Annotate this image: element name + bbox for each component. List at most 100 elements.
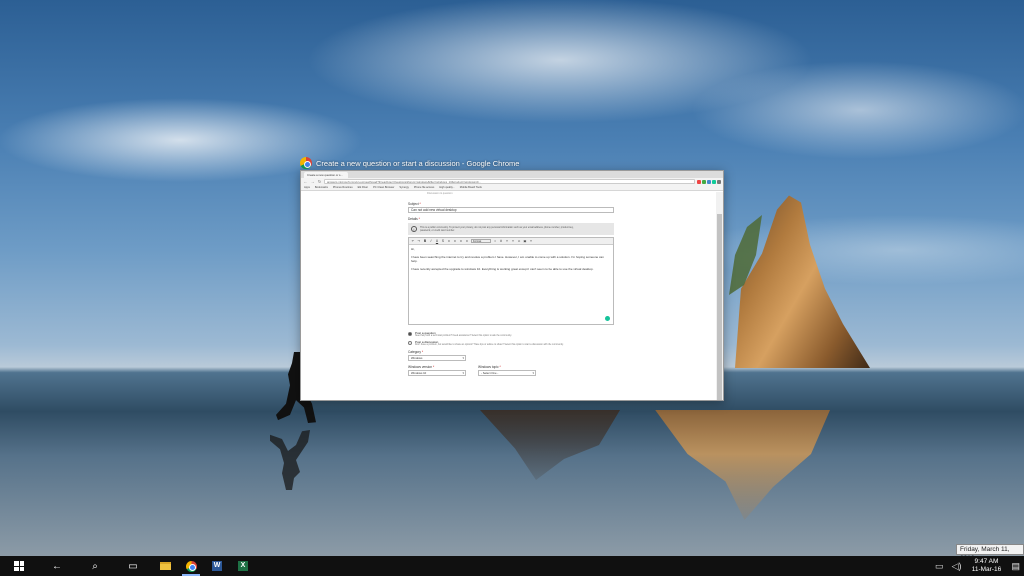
clock-time: 9:47 AM (974, 558, 999, 565)
format-select[interactable]: Format (471, 239, 491, 243)
page-scrollbar[interactable] (716, 192, 723, 400)
back-button[interactable]: ← (38, 556, 76, 576)
bookmark-item[interactable]: Phones Routines (333, 186, 353, 189)
window-title: Create a new question or start a discuss… (316, 158, 520, 168)
privacy-notice: i This is a public community. To protect… (408, 223, 614, 235)
task-view-icon: ▭ (128, 560, 138, 572)
system-tray: ▭ ◁) 9:47 AM 11-Mar-16 ▤ (935, 558, 1024, 574)
word-taskbar-button[interactable]: W (204, 556, 230, 576)
radio-button[interactable] (408, 341, 412, 345)
justify-icon[interactable]: ≡ (465, 239, 469, 243)
post-question-option[interactable]: Post a question Need help with a technic… (408, 331, 614, 337)
extension-icon[interactable] (707, 179, 711, 184)
window-title-bar[interactable]: Create a new question or start a discuss… (300, 156, 519, 170)
word-icon: W (212, 561, 222, 571)
editor-paragraph: I have been searching the internet to tr… (411, 254, 604, 264)
align-center-icon[interactable]: ≡ (453, 239, 457, 243)
bookmark-item[interactable]: Phone file access (414, 186, 434, 189)
volume-icon[interactable]: ◁) (952, 561, 962, 572)
post-discussion-option[interactable]: Post a discussion Don't have a problem, … (408, 340, 614, 346)
windows-topic-select[interactable]: - Select One - (478, 370, 536, 376)
date-tooltip: Friday, March 11, 2016 (956, 544, 1024, 562)
bookmark-item[interactable]: Synergy (399, 186, 409, 189)
menu-icon[interactable] (717, 179, 721, 184)
bookmark-item[interactable]: Apps (304, 186, 310, 189)
underline-icon[interactable]: U (435, 239, 439, 243)
folder-icon (159, 562, 171, 570)
bookmark-item[interactable]: High quality... (439, 186, 455, 189)
rich-text-editor[interactable]: ↶ ↷ B I U S ≡ ≡ ≡ ≡ Format • # « » ∞ ▣ ‹… (408, 237, 614, 325)
bullet-list-icon[interactable]: • (493, 239, 497, 243)
align-right-icon[interactable]: ≡ (459, 239, 463, 243)
tab-strip: Create a new question or s... (301, 171, 723, 178)
browser-window[interactable]: Create a new question or s... ← → ↻ answ… (300, 170, 724, 401)
bookmark-item[interactable]: Bookmarks (315, 186, 328, 189)
strikethrough-icon[interactable]: S (441, 239, 445, 243)
chrome-taskbar-button[interactable] (178, 556, 204, 576)
address-bar[interactable]: answers.microsoft.com/en-us/newthread?th… (324, 179, 695, 184)
chrome-icon (185, 560, 197, 572)
align-left-icon[interactable]: ≡ (447, 239, 451, 243)
runner-reflection (270, 430, 310, 490)
post-discussion-subtext: Don't have a problem, but would like to … (415, 344, 564, 346)
extension-icon[interactable] (712, 179, 716, 184)
clock-date: 11-Mar-16 (971, 566, 1002, 573)
code-icon[interactable]: ‹› (529, 239, 533, 243)
indent-icon[interactable]: » (511, 239, 515, 243)
windows-version-select[interactable]: Windows 10 (408, 370, 466, 376)
numbered-list-icon[interactable]: # (499, 239, 503, 243)
extension-icons (697, 179, 721, 184)
subject-input[interactable]: Can not add new virtual desktop (408, 207, 614, 213)
excel-taskbar-button[interactable]: X (230, 556, 256, 576)
privacy-notice-text: This is a public community. To protect y… (420, 226, 574, 232)
cutoff-text: Discussion & question (427, 192, 453, 195)
start-button[interactable] (0, 556, 38, 576)
rock-reflection (655, 410, 830, 520)
windows-logo-icon (14, 561, 24, 571)
bookmarks-bar: Apps Bookmarks Phones Routines Elk River… (301, 185, 723, 191)
extension-icon[interactable] (702, 179, 706, 184)
undo-icon[interactable]: ↶ (411, 239, 415, 243)
windows-topic-label: Windows topic * (478, 365, 501, 369)
grammarly-icon[interactable] (605, 316, 610, 321)
search-button[interactable]: ⌕ (76, 556, 114, 576)
action-center-icon[interactable]: ▤ (1011, 561, 1020, 572)
bookmark-item[interactable]: PC Clean Browser (373, 186, 394, 189)
excel-icon: X (238, 561, 248, 571)
file-explorer-button[interactable] (152, 556, 178, 576)
redo-icon[interactable]: ↷ (417, 239, 421, 243)
new-thread-form: Subject * Can not add new virtual deskto… (408, 202, 614, 376)
editor-body[interactable]: Hi, I have been searching the internet t… (409, 245, 613, 276)
details-label: Details * (408, 217, 420, 221)
outdent-icon[interactable]: « (505, 239, 509, 243)
page-content: Discussion & question Subject * Can not … (301, 192, 717, 400)
taskbar: ← ⌕ ▭ W X ▭ ◁) 9:47 AM 11-Mar-16 ▤ (0, 556, 1024, 576)
chrome-icon (300, 157, 312, 169)
bold-icon[interactable]: B (423, 239, 427, 243)
category-select[interactable]: Windows (408, 355, 466, 361)
extension-icon[interactable] (697, 179, 701, 184)
omnibar: ← → ↻ answers.microsoft.com/en-us/newthr… (301, 178, 723, 185)
link-icon[interactable]: ∞ (517, 239, 521, 243)
bookmark-item[interactable]: Elk River (358, 186, 368, 189)
search-icon: ⌕ (92, 560, 98, 572)
subject-label: Subject * (408, 202, 421, 206)
windows-version-label: Windows version * (408, 365, 435, 369)
italic-icon[interactable]: I (429, 239, 433, 243)
reload-icon[interactable]: ↻ (317, 179, 322, 184)
image-icon[interactable]: ▣ (523, 239, 527, 243)
bookmark-item[interactable]: Mobile Board Tools (460, 186, 482, 189)
network-icon[interactable]: ▭ (935, 561, 944, 572)
editor-paragraph: I have recently accepted the upgrade to … (411, 266, 594, 271)
back-arrow-icon: ← (52, 560, 62, 572)
radio-button-checked[interactable] (408, 332, 412, 336)
category-label: Category * (408, 350, 424, 354)
rock-reflection-dark (480, 410, 620, 480)
clock[interactable]: 9:47 AM 11-Mar-16 (969, 558, 1003, 574)
scrollbar-thumb[interactable] (717, 214, 722, 400)
back-icon[interactable]: ← (303, 179, 308, 184)
forward-icon[interactable]: → (310, 179, 315, 184)
editor-toolbar: ↶ ↷ B I U S ≡ ≡ ≡ ≡ Format • # « » ∞ ▣ ‹… (409, 238, 613, 245)
task-view-button[interactable]: ▭ (114, 556, 152, 576)
browser-tab[interactable]: Create a new question or s... (304, 172, 348, 178)
